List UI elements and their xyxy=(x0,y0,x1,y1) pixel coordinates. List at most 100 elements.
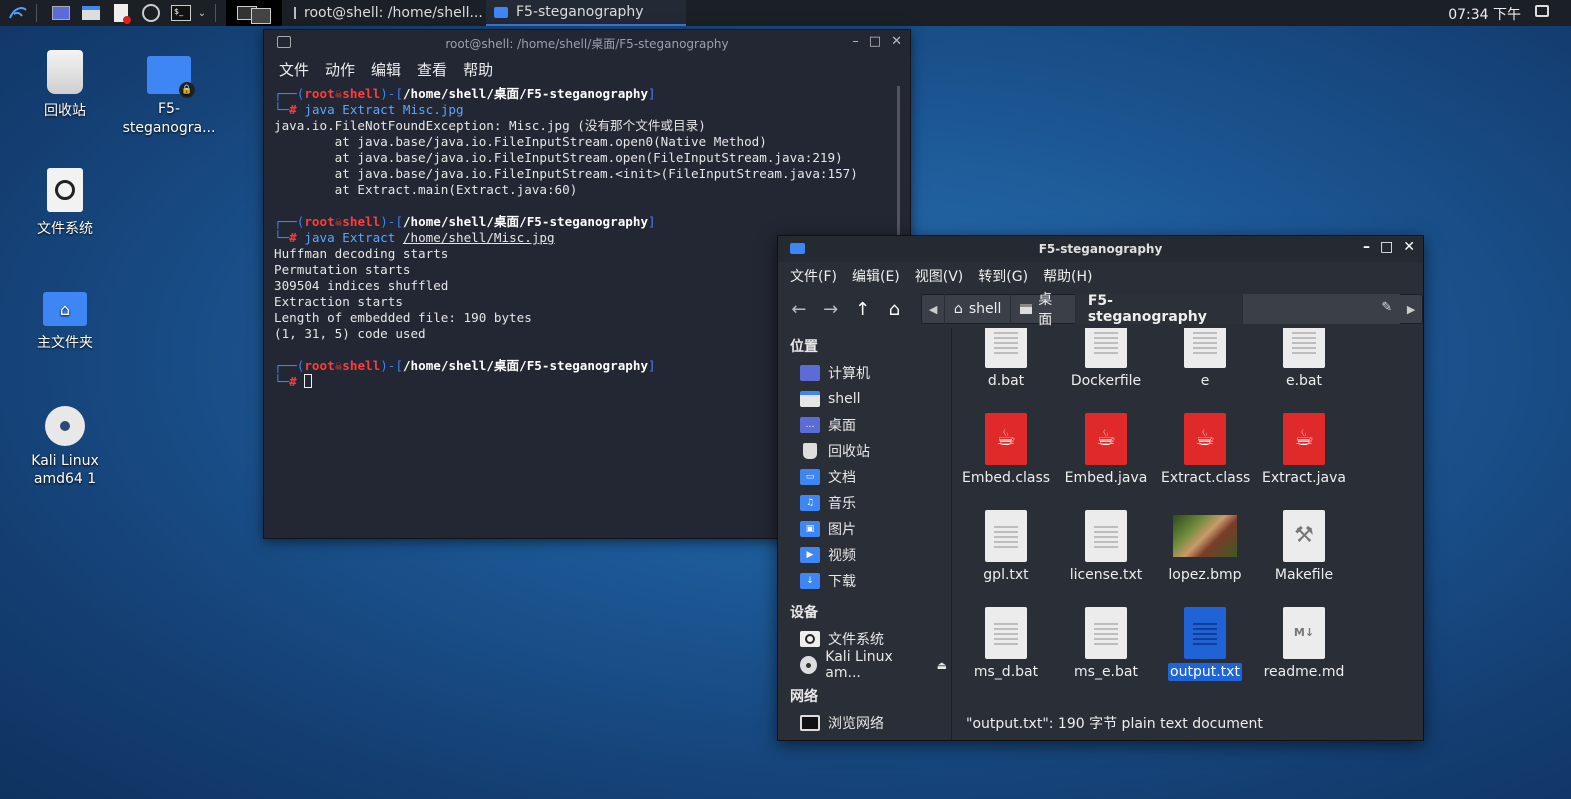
chevron-down-icon[interactable]: ⌄ xyxy=(195,2,209,24)
notification-icon[interactable] xyxy=(1535,5,1549,17)
minimize-icon[interactable]: – xyxy=(1363,239,1370,255)
menu-view[interactable]: 视图(V) xyxy=(915,266,964,286)
desktop-icon-trash[interactable]: 回收站 xyxy=(15,50,115,120)
output-line: 309504 indices shuffled xyxy=(274,278,449,293)
sidebar-item-documents[interactable]: ▭ 文档 xyxy=(780,464,951,490)
taskbar-terminal[interactable]: root@shell: /home/shell... xyxy=(286,0,486,26)
java-file-icon: ☕ xyxy=(985,413,1027,465)
menu-file[interactable]: 文件(F) xyxy=(790,266,837,286)
file-item[interactable]: license.txt xyxy=(1060,510,1152,584)
sidebar-item-browse-network[interactable]: 浏览网络 xyxy=(780,710,951,736)
chevron-right-icon[interactable]: ▶ xyxy=(1400,303,1422,316)
sidebar-item-computer[interactable]: 计算机 xyxy=(780,360,951,386)
forward-arrow-icon[interactable]: → xyxy=(820,299,842,320)
taskbar-file-manager[interactable]: F5-steganography xyxy=(486,0,686,26)
menu-edit[interactable]: 编辑(E) xyxy=(852,266,900,286)
text-editor-launcher-icon[interactable] xyxy=(109,2,133,24)
file-item[interactable]: ☕ Embed.class xyxy=(960,413,1052,487)
file-item[interactable]: ⚒ Makefile xyxy=(1258,510,1350,584)
file-item[interactable]: ☕ Embed.java xyxy=(1060,413,1152,487)
home-icon[interactable]: ⌂ xyxy=(883,299,905,320)
desktop-icon-label: 文件系统 xyxy=(37,221,93,237)
text-file-icon xyxy=(1085,510,1127,562)
sidebar-item-videos[interactable]: ▶ 视频 xyxy=(780,542,951,568)
maximize-icon[interactable]: □ xyxy=(869,34,881,49)
up-arrow-icon[interactable]: ↑ xyxy=(852,299,874,320)
desktop-icon-kali-disc[interactable]: Kali Linux amd64 1 xyxy=(15,406,115,488)
fm-statusbar: "output.txt": 190 字节 plain text document xyxy=(954,710,1263,736)
crumb-desktop[interactable]: 桌面 xyxy=(1010,292,1074,328)
terminal-titlebar[interactable]: root@shell: /home/shell/桌面/F5-steganogra… xyxy=(264,30,910,56)
terminal-launcher-icon[interactable]: $_ xyxy=(169,2,193,24)
file-item[interactable]: ms_e.bat xyxy=(1060,607,1152,681)
fm-titlebar[interactable]: F5-steganography – □ ✕ xyxy=(778,236,1423,262)
sidebar-item-kali-disc[interactable]: Kali Linux am... ⏏ xyxy=(780,649,951,681)
menu-help[interactable]: 帮助(H) xyxy=(1043,266,1092,286)
file-item[interactable]: ms_d.bat xyxy=(960,607,1052,681)
file-item[interactable]: lopez.bmp xyxy=(1159,510,1251,584)
text-file-icon xyxy=(1184,607,1226,659)
file-item[interactable]: ☕ Extract.java xyxy=(1258,413,1350,487)
desktop-icon-filesystem[interactable]: 文件系统 xyxy=(15,168,115,238)
home-folder-icon: ⌂ xyxy=(43,292,87,326)
web-browser-launcher-icon[interactable] xyxy=(139,2,163,24)
menu-file[interactable]: 文件 xyxy=(279,59,309,80)
file-manager-launcher-icon[interactable] xyxy=(79,2,103,24)
crumb-shell[interactable]: ⌂ shell xyxy=(943,294,1010,324)
command-line: java Extract xyxy=(304,230,403,245)
file-item[interactable]: e.bat xyxy=(1258,328,1350,390)
file-label: d.bat xyxy=(987,373,1025,389)
minimize-icon[interactable]: – xyxy=(852,34,859,49)
output-line: Permutation starts xyxy=(274,262,411,277)
file-item[interactable]: e xyxy=(1159,328,1251,390)
kali-menu-icon[interactable] xyxy=(6,2,30,24)
maximize-icon[interactable]: □ xyxy=(1380,239,1393,255)
path-entry-area[interactable]: ✎ xyxy=(1242,294,1401,324)
trash-icon xyxy=(803,443,817,459)
desktop-icon: … xyxy=(800,417,820,433)
menu-edit[interactable]: 编辑 xyxy=(371,59,401,80)
fm-menubar: 文件(F) 编辑(E) 视图(V) 转到(G) 帮助(H) xyxy=(778,262,1423,290)
disc-icon xyxy=(800,656,818,674)
fm-sidebar: 位置 计算机 shell … 桌面 回收站 ▭ 文档 ♫ 音乐 ▣ 图片 ▶ 视频 ↓ 下载… xyxy=(780,328,952,740)
clock[interactable]: 07:34 下午 xyxy=(1448,4,1521,24)
close-icon[interactable]: ✕ xyxy=(891,34,902,49)
sidebar-item-shell[interactable]: shell xyxy=(780,386,951,412)
pencil-icon[interactable]: ✎ xyxy=(1381,300,1392,315)
file-item[interactable]: gpl.txt xyxy=(960,510,1052,584)
desktop-icon xyxy=(1020,304,1033,314)
file-item[interactable]: ☕ Extract.class xyxy=(1159,413,1251,487)
chevron-left-icon[interactable]: ◀ xyxy=(922,303,944,316)
menu-go[interactable]: 转到(G) xyxy=(978,266,1028,286)
crumb-current[interactable]: F5-steganography xyxy=(1074,293,1243,325)
file-label: output.txt xyxy=(1168,663,1242,681)
close-icon[interactable]: ✕ xyxy=(1403,239,1415,255)
file-item[interactable]: M↓ readme.md xyxy=(1258,607,1350,681)
panel-separator xyxy=(215,4,216,22)
sidebar-item-desktop[interactable]: … 桌面 xyxy=(780,412,951,438)
trash-icon xyxy=(47,50,83,94)
show-desktop-icon[interactable] xyxy=(49,2,73,24)
crumb-label: shell xyxy=(968,301,1002,317)
desktop-icon-f5-folder[interactable]: 🔒 F5-steganogra... xyxy=(119,56,219,138)
sidebar-item-downloads[interactable]: ↓ 下载 xyxy=(780,568,951,594)
menu-view[interactable]: 查看 xyxy=(417,59,447,80)
eject-icon[interactable]: ⏏ xyxy=(937,659,947,672)
back-arrow-icon[interactable]: ← xyxy=(788,299,810,320)
sidebar-item-trash[interactable]: 回收站 xyxy=(780,438,951,464)
desktop-icon-home[interactable]: ⌂ 主文件夹 xyxy=(15,292,115,352)
menu-help[interactable]: 帮助 xyxy=(463,59,493,80)
file-item[interactable]: d.bat xyxy=(960,328,1052,390)
file-item-selected[interactable]: output.txt xyxy=(1159,607,1251,681)
terminal-icon xyxy=(277,36,291,48)
sidebar-item-pictures[interactable]: ▣ 图片 xyxy=(780,516,951,542)
sidebar-item-music[interactable]: ♫ 音乐 xyxy=(780,490,951,516)
file-grid: d.bat Dockerfile e e.bat ☕ Embed.class ☕ E… xyxy=(954,328,1414,706)
terminal-scrollbar[interactable] xyxy=(897,86,900,236)
crumb-label: 桌面 xyxy=(1038,292,1053,328)
sidebar-item-label: 视频 xyxy=(828,548,856,564)
output-line: Extraction starts xyxy=(274,294,403,309)
menu-actions[interactable]: 动作 xyxy=(325,59,355,80)
file-item[interactable]: Dockerfile xyxy=(1060,328,1152,390)
workspace-switcher[interactable] xyxy=(226,0,282,26)
